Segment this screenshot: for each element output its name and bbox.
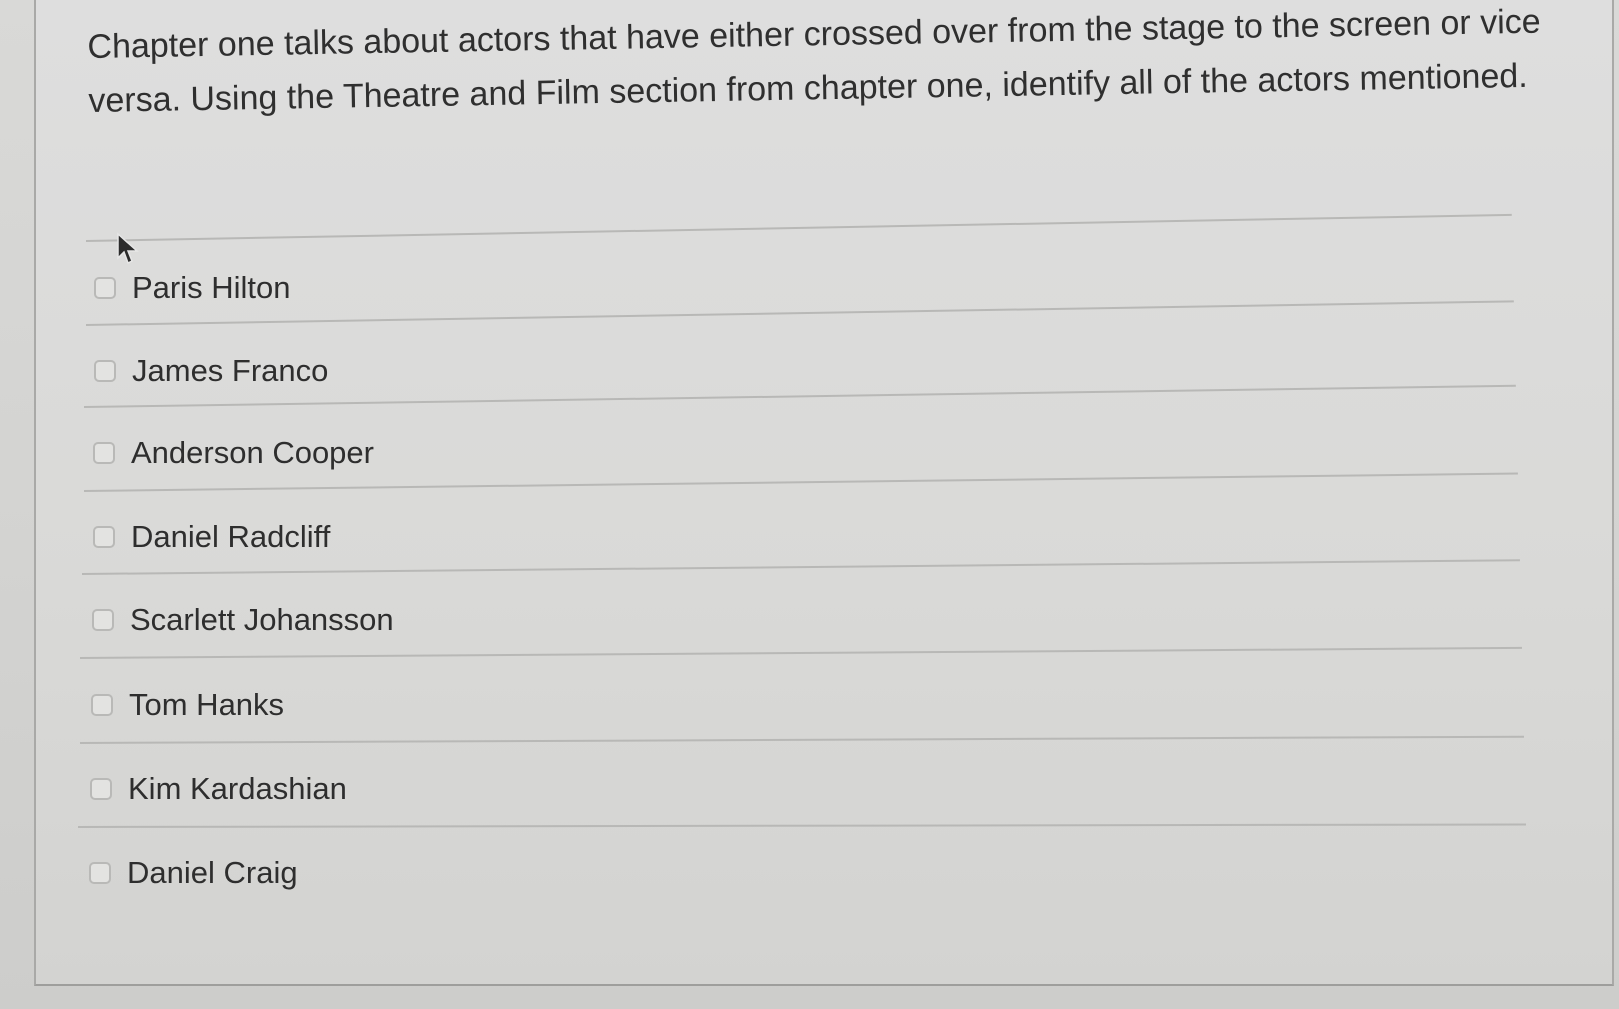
option-tom-hanks[interactable]: Tom Hanks: [91, 685, 284, 725]
option-label: Daniel Radcliff: [131, 519, 331, 554]
option-daniel-radcliff[interactable]: Daniel Radcliff: [93, 517, 330, 557]
option-scarlett-johansson[interactable]: Scarlett Johansson: [92, 600, 394, 640]
option-label: Anderson Cooper: [131, 435, 374, 470]
option-label: Kim Kardashian: [128, 771, 347, 806]
question-panel: [34, 0, 1614, 986]
option-kim-kardashian[interactable]: Kim Kardashian: [90, 769, 347, 809]
checkbox[interactable]: [91, 694, 113, 716]
option-anderson-cooper[interactable]: Anderson Cooper: [93, 433, 374, 473]
checkbox[interactable]: [94, 277, 116, 299]
photo-of-screen: Chapter one talks about actors that have…: [0, 0, 1619, 1009]
option-label: Tom Hanks: [129, 687, 285, 722]
arrow-pointer-icon: [117, 232, 139, 265]
option-james-franco[interactable]: James Franco: [94, 351, 328, 391]
checkbox[interactable]: [93, 526, 115, 548]
option-label: Daniel Craig: [127, 855, 298, 890]
checkbox[interactable]: [92, 609, 114, 631]
checkbox[interactable]: [93, 442, 115, 464]
checkbox[interactable]: [89, 862, 111, 884]
option-label: James Franco: [132, 353, 329, 388]
option-label: Paris Hilton: [132, 270, 291, 305]
option-daniel-craig[interactable]: Daniel Craig: [89, 853, 298, 893]
option-label: Scarlett Johansson: [130, 602, 394, 637]
option-paris-hilton[interactable]: Paris Hilton: [94, 268, 291, 308]
checkbox[interactable]: [90, 778, 112, 800]
checkbox[interactable]: [94, 360, 116, 382]
